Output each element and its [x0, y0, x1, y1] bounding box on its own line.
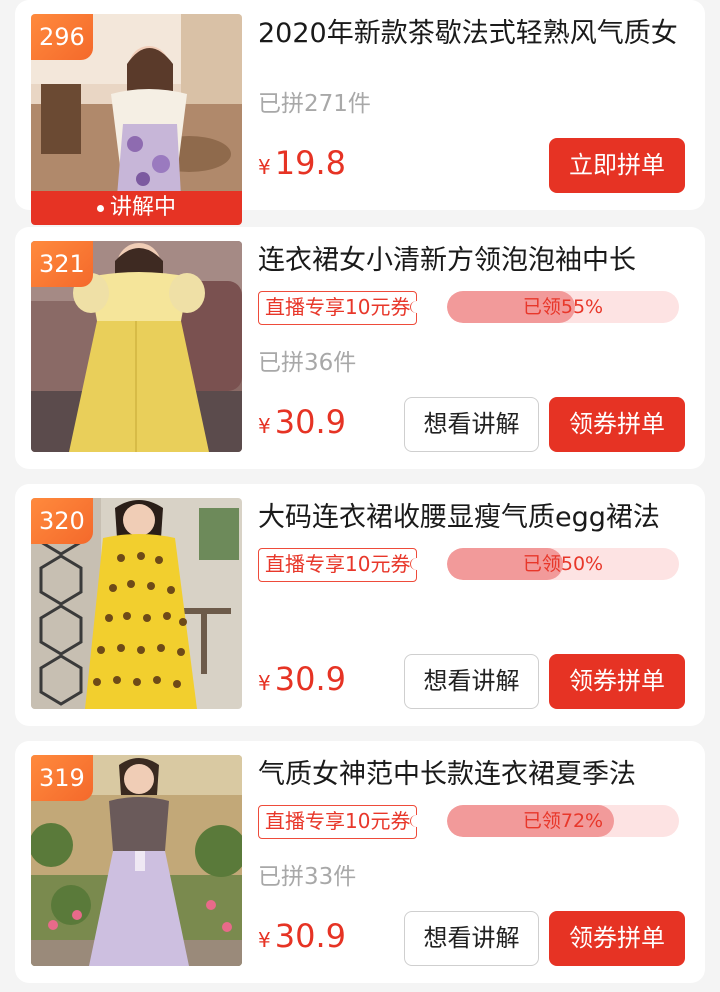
product-price: ¥30.9 — [258, 917, 346, 955]
product-image[interactable]: 320 — [31, 498, 242, 709]
claim-coupon-buy-button[interactable]: 领券拼单 — [549, 397, 685, 452]
product-price: ¥30.9 — [258, 403, 346, 441]
price-value: 30.9 — [274, 403, 346, 441]
claim-coupon-buy-button[interactable]: 领券拼单 — [549, 654, 685, 709]
product-title[interactable]: 2020年新款茶歇法式轻熟风气质女 — [258, 14, 685, 54]
coupon-claimed-progress: 已领72% — [447, 805, 679, 837]
product-card[interactable]: 321 连衣裙女小清新方领泡泡袖中长 直播专享10元券 已领55% 已拼36件 … — [15, 227, 705, 469]
price-value: 30.9 — [274, 660, 346, 698]
price-value: 19.8 — [274, 144, 346, 182]
claimed-percent-text: 已领72% — [522, 810, 604, 832]
live-label: 讲解中 — [109, 195, 176, 220]
currency-symbol: ¥ — [258, 414, 271, 438]
sold-count: 已拼33件 — [258, 864, 357, 890]
live-explaining-badge: 讲解中 — [31, 191, 242, 225]
coupon-label: 直播专享10元券 — [265, 552, 411, 576]
sold-count: 已拼271件 — [258, 91, 371, 117]
live-dot-icon — [96, 204, 104, 212]
claimed-percent-text: 已领50% — [522, 553, 604, 575]
want-explain-button[interactable]: 想看讲解 — [404, 654, 539, 709]
live-coupon-tag: 直播专享10元券 — [258, 805, 424, 839]
coupon-claimed-progress: 已领55% — [447, 291, 679, 323]
rank-badge: 319 — [31, 755, 93, 801]
rank-badge: 296 — [31, 14, 93, 60]
coupon-notch-icon — [410, 815, 424, 827]
coupon-claimed-progress: 已领50% — [447, 548, 679, 580]
coupon-notch-icon — [410, 558, 424, 570]
currency-symbol: ¥ — [258, 928, 271, 952]
rank-badge: 320 — [31, 498, 93, 544]
product-card[interactable]: 319 气质女神范中长款连衣裙夏季法 直播专享10元券 已领72% 已拼33件 … — [15, 741, 705, 983]
sold-count: 已拼36件 — [258, 350, 357, 376]
product-card[interactable]: 320 大码连衣裙收腰显瘦气质egg裙法 直播专享10元券 已领50% ¥30.… — [15, 484, 705, 726]
live-coupon-tag: 直播专享10元券 — [258, 291, 424, 325]
buy-now-button[interactable]: 立即拼单 — [549, 138, 685, 193]
claim-coupon-buy-button[interactable]: 领券拼单 — [549, 911, 685, 966]
product-price: ¥30.9 — [258, 660, 346, 698]
product-title[interactable]: 连衣裙女小清新方领泡泡袖中长 — [258, 241, 685, 281]
price-value: 30.9 — [274, 917, 346, 955]
product-price: ¥19.8 — [258, 144, 346, 182]
product-image[interactable]: 296 讲解中 — [31, 14, 242, 225]
claimed-percent-text: 已领55% — [522, 296, 604, 318]
coupon-label: 直播专享10元券 — [265, 295, 411, 319]
product-card[interactable]: 296 讲解中 2020年新款茶歇法式轻熟风气质女 已拼271件 ¥19.8 立… — [15, 0, 705, 225]
currency-symbol: ¥ — [258, 671, 271, 695]
product-image[interactable]: 321 — [31, 241, 242, 452]
product-list: 296 讲解中 2020年新款茶歇法式轻熟风气质女 已拼271件 ¥19.8 立… — [0, 0, 720, 992]
product-title[interactable]: 气质女神范中长款连衣裙夏季法 — [258, 755, 685, 795]
want-explain-button[interactable]: 想看讲解 — [404, 911, 539, 966]
want-explain-button[interactable]: 想看讲解 — [404, 397, 539, 452]
rank-badge: 321 — [31, 241, 93, 287]
product-image[interactable]: 319 — [31, 755, 242, 966]
coupon-label: 直播专享10元券 — [265, 809, 411, 833]
live-coupon-tag: 直播专享10元券 — [258, 548, 424, 582]
product-title[interactable]: 大码连衣裙收腰显瘦气质egg裙法 — [258, 498, 685, 538]
currency-symbol: ¥ — [258, 155, 271, 179]
coupon-notch-icon — [410, 301, 424, 313]
